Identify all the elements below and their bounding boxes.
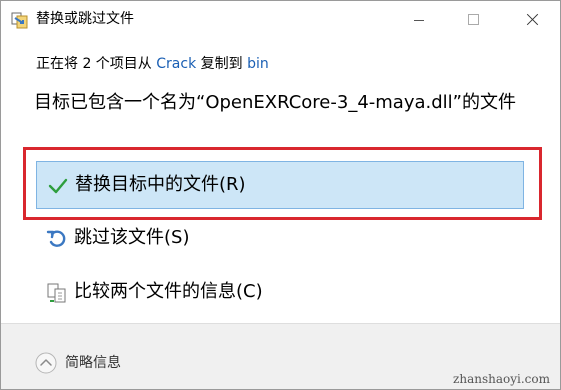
replace-file-option[interactable]: 替换目标中的文件(R) [36,161,524,209]
source-folder-link[interactable]: Crack [156,56,196,72]
fewer-details-toggle[interactable]: 简略信息 [35,352,145,376]
skip-file-label: 跳过该文件(S) [74,227,190,248]
copy-status-text: 正在将 2 个项目从 Crack 复制到 bin [36,54,269,74]
compare-files-label: 比较两个文件的信息(C) [74,281,263,302]
conflict-message: 目标已包含一个名为“OpenEXRCore-3_4-maya.dll”的文件 [34,92,516,113]
maximize-button[interactable] [450,1,496,39]
watermark-text: zhanshaoyi.com [453,372,550,386]
dialog-footer: 简略信息 zhanshaoyi.com [1,323,560,389]
status-middle: 复制到 [196,56,248,72]
skip-arrow-icon [46,228,68,250]
maximize-icon [468,14,479,25]
minimize-button[interactable] [396,1,442,39]
compare-files-option[interactable]: 比较两个文件的信息(C) [36,269,524,317]
title-bar: 替换或跳过文件 [1,1,560,39]
skip-file-option[interactable]: 跳过该文件(S) [36,215,524,263]
destination-folder-link[interactable]: bin [247,56,269,72]
chevron-up-icon [35,352,57,374]
replace-file-label: 替换目标中的文件(R) [75,174,246,195]
status-prefix: 正在将 2 个项目从 [36,56,157,72]
close-button[interactable] [509,1,555,39]
fewer-details-label: 简略信息 [65,355,121,371]
check-icon [47,175,69,197]
copy-files-icon [11,11,29,29]
replace-or-skip-dialog: 替换或跳过文件 正在将 2 个项目从 Crack 复制到 bin 目标已包含一个… [0,0,561,390]
compare-files-icon [46,282,68,304]
window-title: 替换或跳过文件 [36,11,134,27]
minimize-icon [414,20,424,21]
